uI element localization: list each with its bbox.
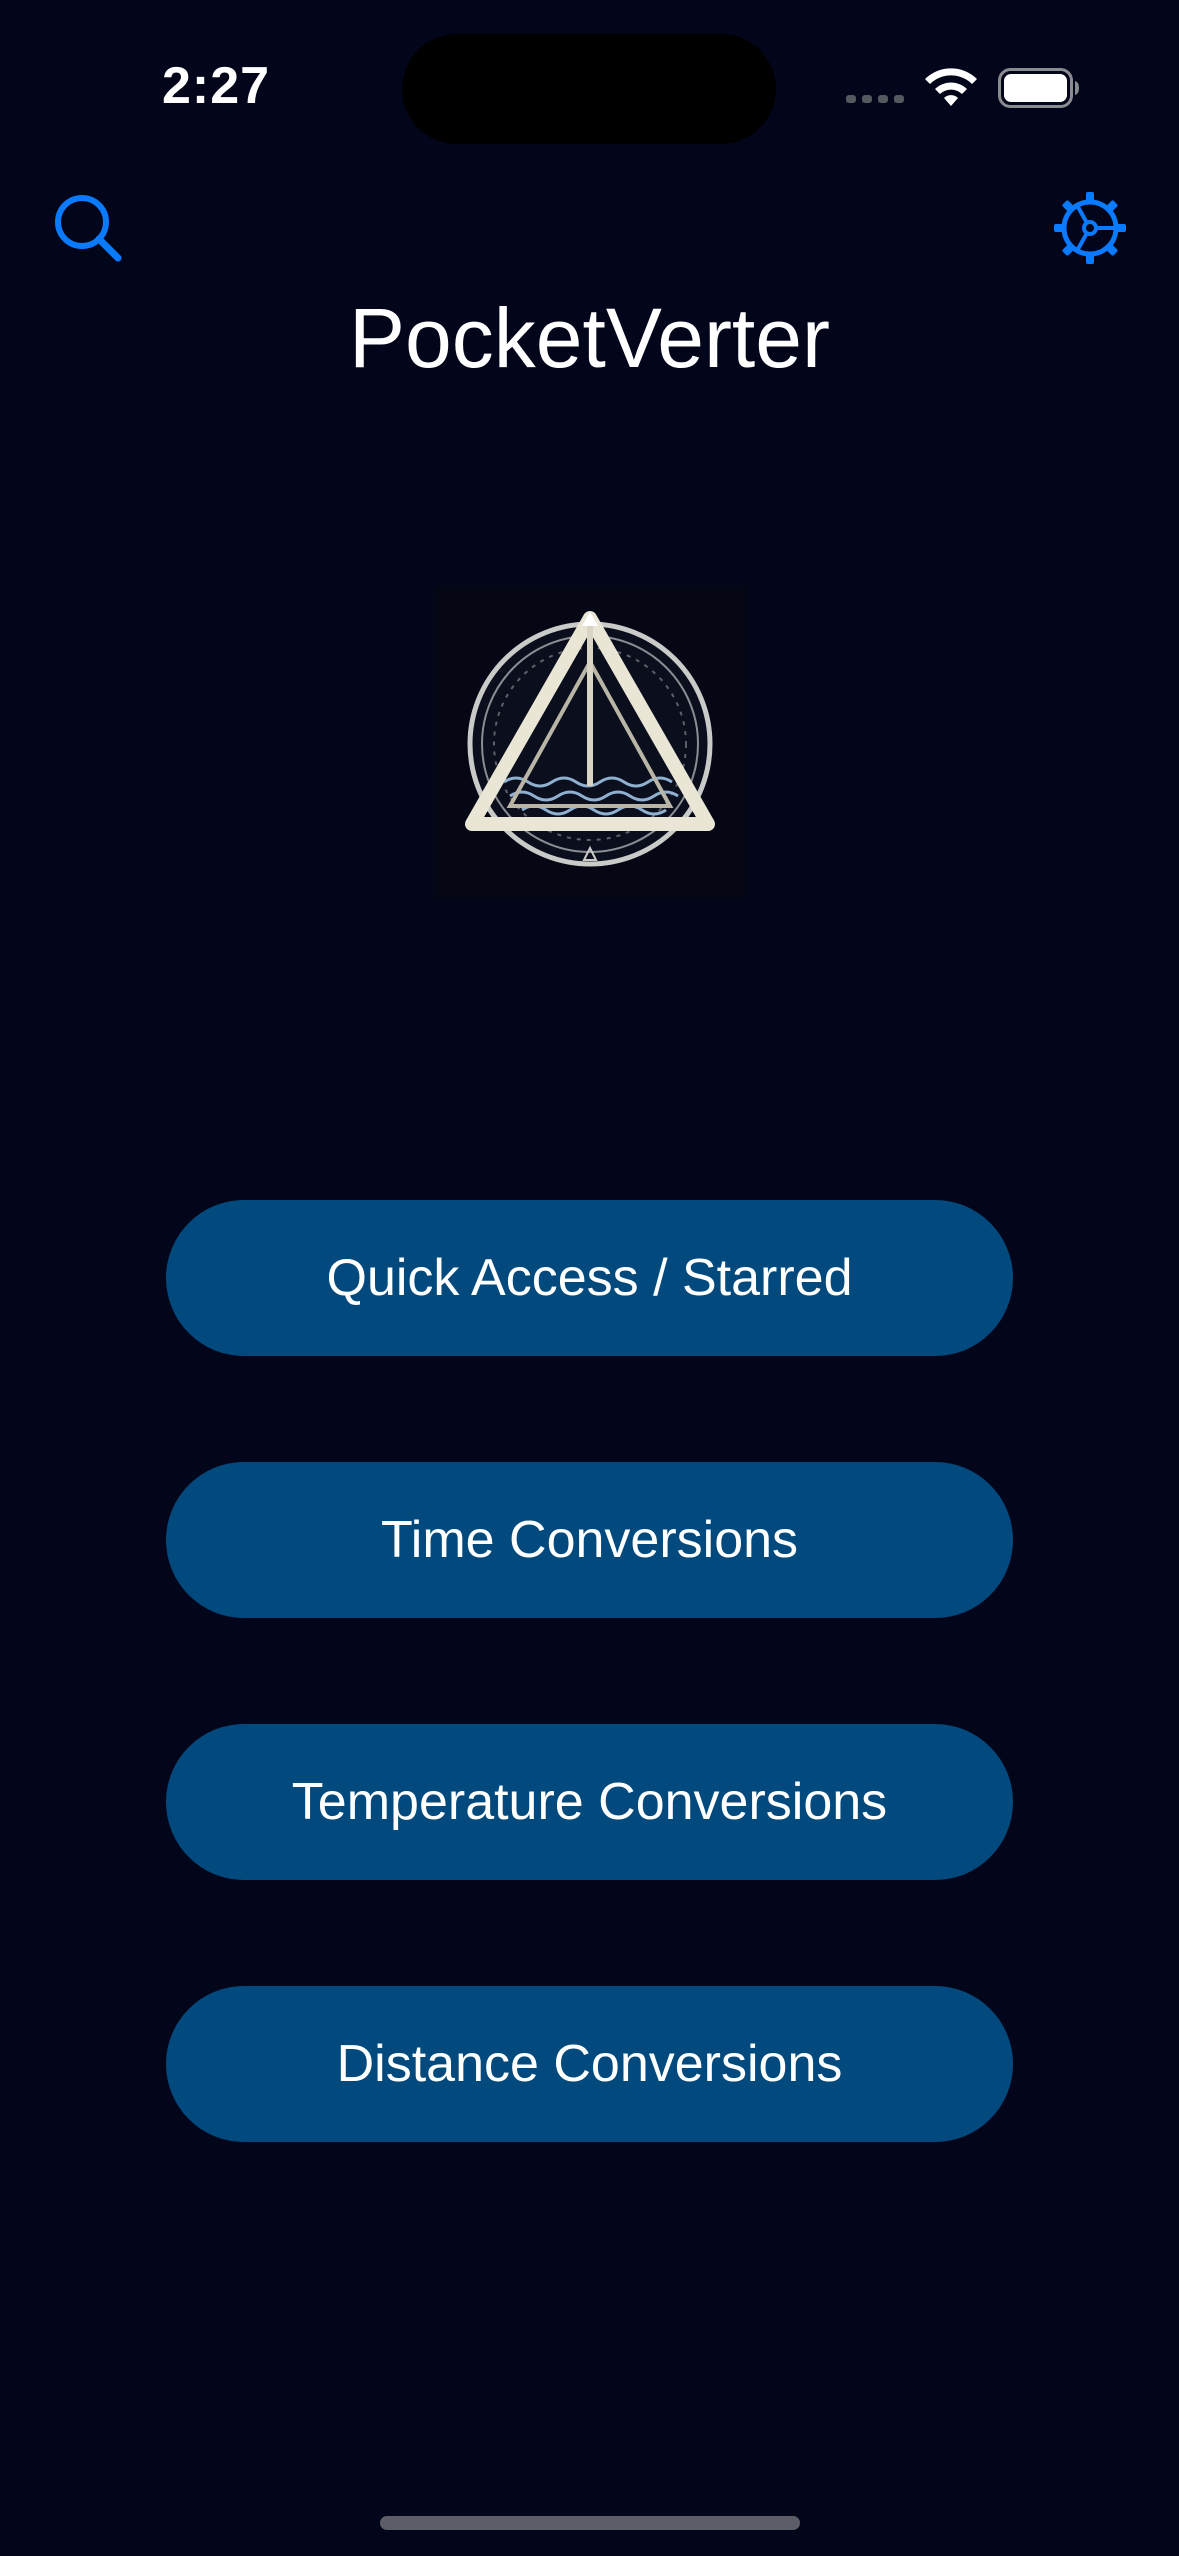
dynamic-island <box>402 34 776 144</box>
quick-access-button[interactable]: Quick Access / Starred <box>166 1200 1013 1356</box>
battery-icon <box>998 68 1079 108</box>
gear-icon <box>1054 192 1126 264</box>
cellular-signal-icon <box>846 95 904 103</box>
status-time: 2:27 <box>162 57 271 115</box>
search-button[interactable] <box>50 190 126 266</box>
distance-conversions-button[interactable]: Distance Conversions <box>166 1986 1013 2142</box>
time-conversions-button[interactable]: Time Conversions <box>166 1462 1013 1618</box>
search-icon <box>55 195 122 262</box>
temperature-conversions-button[interactable]: Temperature Conversions <box>166 1724 1013 1880</box>
settings-button[interactable] <box>1052 190 1128 266</box>
app-screen: 2:27 PocketVerter Quick Access / Starred… <box>0 0 1179 2556</box>
wifi-icon <box>925 68 977 106</box>
home-indicator[interactable] <box>380 2516 800 2530</box>
triangle-emblem-logo <box>434 586 746 898</box>
app-title: PocketVerter <box>349 291 830 385</box>
